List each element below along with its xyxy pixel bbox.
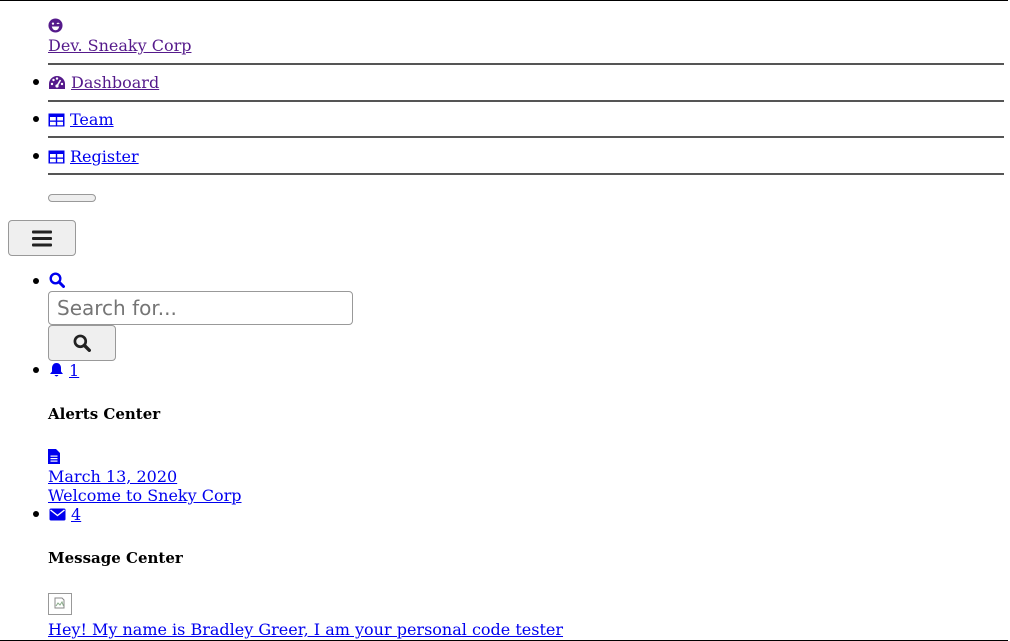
brand-name-link[interactable]: Dev. Sneaky Corp [48,36,191,55]
search-icon [73,334,91,352]
broken-image-icon [54,597,65,609]
file-alt-icon [48,449,60,464]
sidebar-divider [48,136,1004,138]
alerts-dropdown-toggle[interactable]: 1 [49,361,79,380]
sidebar-divider [48,100,1004,102]
table-icon [48,113,65,127]
envelope-icon [49,508,66,521]
sidebar-divider [48,63,1004,65]
brand-logo-link[interactable] [48,18,63,33]
sidebar-item-dashboard[interactable]: Dashboard [48,73,159,92]
alert-item-text[interactable]: Welcome to Sneky Corp [48,486,242,505]
table-icon [48,150,65,164]
list-bullet [33,79,39,85]
message-center-heading: Message Center [48,549,183,567]
laugh-wink-icon [48,18,63,33]
sidebar-divider [48,173,1004,175]
alert-item-date[interactable]: March 13, 2020 [48,467,177,486]
sidebar-toggle-button[interactable] [48,194,96,202]
list-bullet [33,153,39,159]
list-bullet [33,278,39,284]
bars-icon [32,230,52,246]
alerts-center-heading: Alerts Center [48,405,161,423]
sidebar-item-label: Dashboard [71,73,160,92]
messages-dropdown-toggle[interactable]: 4 [49,505,81,524]
tachometer-icon [49,76,65,89]
search-input[interactable] [48,291,353,325]
alert-item-icon-link[interactable] [48,449,60,468]
list-bullet [33,367,39,373]
alerts-count-badge: 1 [69,361,80,380]
list-bullet [33,116,39,122]
messages-count-badge: 4 [71,505,82,524]
search-submit-button[interactable] [48,325,116,361]
sidebar-item-label: Register [70,147,139,166]
sidebar-item-label: Team [70,110,114,129]
search-dropdown-toggle[interactable] [49,272,65,292]
search-icon [49,272,65,288]
message-avatar-broken-image [48,593,72,615]
bell-icon [50,363,63,377]
menu-toggle-button[interactable] [8,220,76,256]
message-item-text[interactable]: Hey! My name is Bradley Greer, I am your… [48,620,563,639]
list-bullet [33,511,39,517]
sidebar-item-team[interactable]: Team [48,110,114,129]
sidebar-item-register[interactable]: Register [48,147,139,166]
